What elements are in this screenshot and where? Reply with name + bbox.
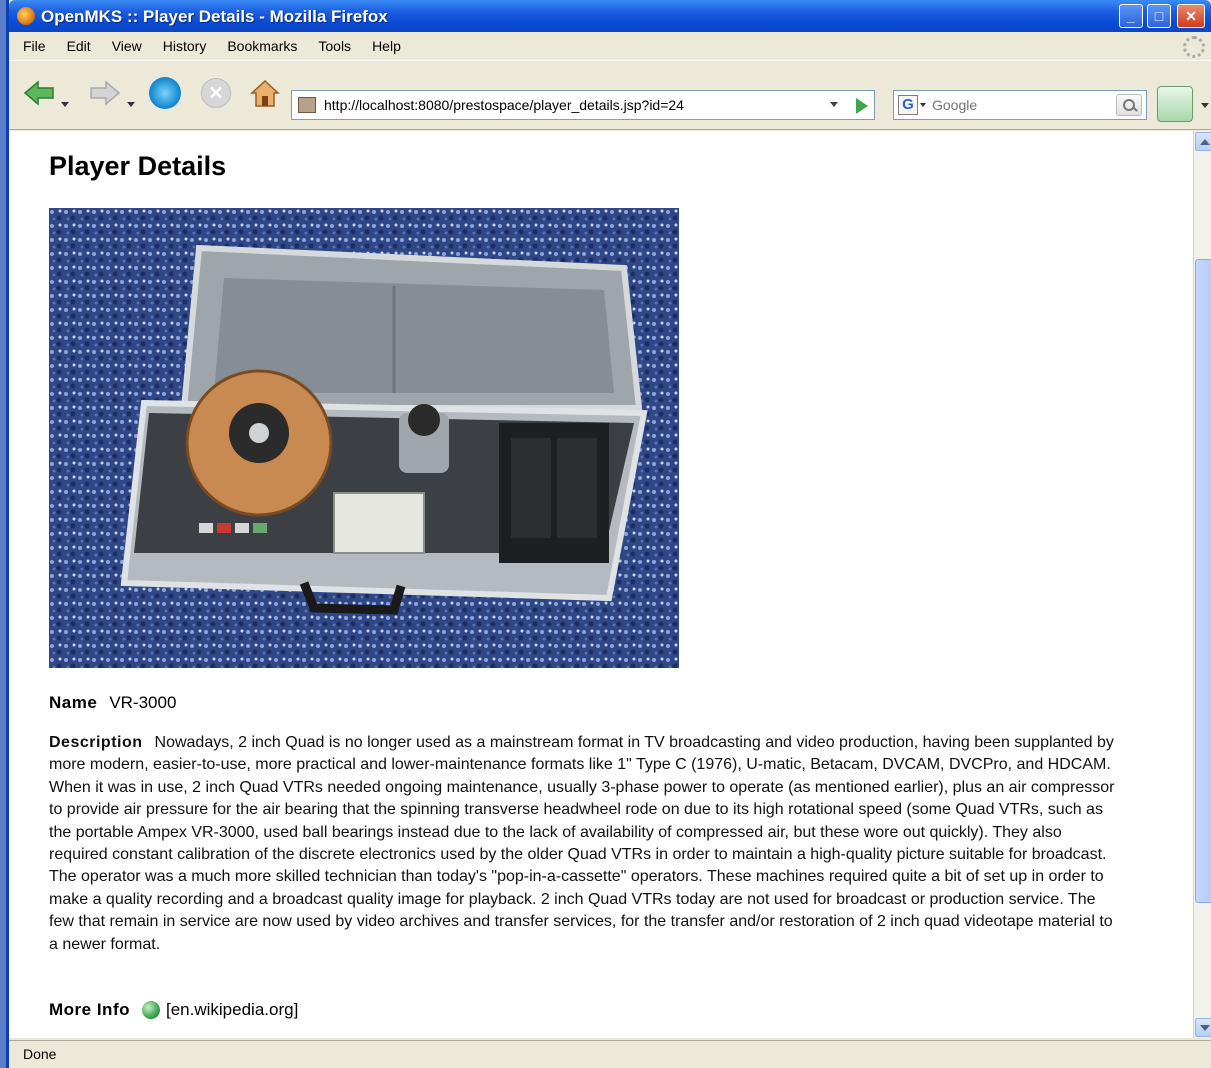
menu-edit[interactable]: Edit <box>67 38 91 54</box>
page-favicon-icon <box>298 97 316 113</box>
description-field: Description Nowadays, 2 inch Quad is no l… <box>49 732 1119 956</box>
scroll-down-icon[interactable] <box>1195 1018 1211 1037</box>
player-photo <box>49 208 679 668</box>
scroll-thumb[interactable] <box>1195 259 1211 903</box>
reload-icon[interactable] <box>149 77 181 109</box>
more-info-field: More Info [en.wikipedia.org] <box>49 1000 298 1020</box>
search-icon[interactable] <box>1116 94 1142 116</box>
back-dropdown-icon[interactable] <box>61 102 69 107</box>
window-title: OpenMKS :: Player Details - Mozilla Fire… <box>41 7 388 26</box>
vertical-scrollbar[interactable] <box>1193 131 1211 1038</box>
page-title: Player Details <box>49 151 227 181</box>
search-input[interactable] <box>932 97 1092 113</box>
url-text[interactable]: http://localhost:8080/prestospace/player… <box>324 97 684 113</box>
search-engine-icon[interactable]: G <box>898 95 918 115</box>
firefox-icon <box>17 7 35 25</box>
search-engine-dropdown-icon[interactable] <box>920 103 926 107</box>
search-bar[interactable]: G <box>893 90 1147 120</box>
description-value: Nowadays, 2 inch Quad is no longer used … <box>49 734 1115 953</box>
menu-help[interactable]: Help <box>372 38 401 54</box>
status-bar: Done <box>9 1040 1211 1068</box>
back-arrow-icon[interactable] <box>23 80 55 106</box>
extension-icon[interactable] <box>1157 86 1193 122</box>
forward-dropdown-icon[interactable] <box>127 102 135 107</box>
go-arrow-icon[interactable] <box>856 98 868 114</box>
throbber-icon <box>1183 36 1205 58</box>
forward-arrow-icon[interactable] <box>89 80 121 106</box>
name-label: Name <box>49 693 98 712</box>
menu-bookmarks[interactable]: Bookmarks <box>227 38 297 54</box>
name-value: VR-3000 <box>109 693 177 712</box>
scroll-up-icon[interactable] <box>1195 132 1211 151</box>
url-history-dropdown-icon[interactable] <box>830 102 838 107</box>
title-bar[interactable]: OpenMKS :: Player Details - Mozilla Fire… <box>9 0 1211 32</box>
page-content: Player Details Name VR-3000 Description … <box>9 131 1193 1038</box>
wikipedia-link[interactable]: [en.wikipedia.org] <box>166 1000 298 1020</box>
maximize-button[interactable]: □ <box>1147 4 1171 28</box>
description-label: Description <box>49 734 143 751</box>
minimize-button[interactable]: _ <box>1119 4 1143 28</box>
globe-icon[interactable] <box>142 1001 160 1019</box>
menu-view[interactable]: View <box>112 38 142 54</box>
more-info-label: More Info <box>49 1000 130 1019</box>
menu-tools[interactable]: Tools <box>318 38 351 54</box>
menu-bar: File Edit View History Bookmarks Tools H… <box>9 32 1211 60</box>
home-icon[interactable] <box>249 78 281 108</box>
menu-file[interactable]: File <box>23 38 46 54</box>
menu-history[interactable]: History <box>163 38 207 54</box>
name-field: Name VR-3000 <box>49 693 176 713</box>
browser-window: OpenMKS :: Player Details - Mozilla Fire… <box>6 0 1211 1068</box>
extension-dropdown-icon[interactable] <box>1201 103 1209 108</box>
close-button[interactable]: ✕ <box>1177 4 1205 28</box>
address-bar[interactable]: http://localhost:8080/prestospace/player… <box>291 90 875 120</box>
status-text: Done <box>23 1046 57 1062</box>
stop-icon[interactable]: ✕ <box>201 78 231 108</box>
